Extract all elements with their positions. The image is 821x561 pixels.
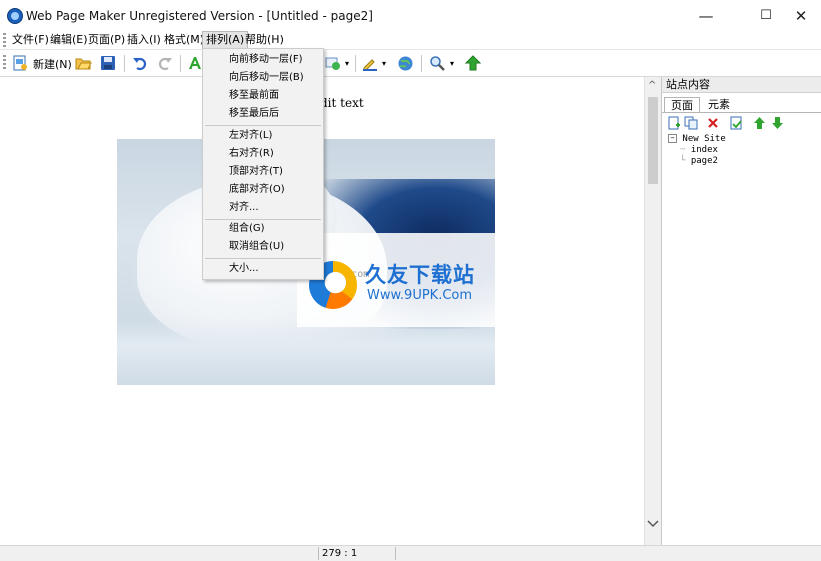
zoom-icon[interactable] <box>428 54 446 72</box>
copy-page-icon[interactable] <box>683 115 699 131</box>
tree-item-label: page2 <box>690 156 718 166</box>
tree-connector: └ <box>680 156 686 166</box>
move-down-icon[interactable] <box>769 115 785 131</box>
menuitem-align-bottom[interactable]: 底部对齐(O) <box>203 181 323 199</box>
menu-format[interactable]: 格式(M) <box>161 32 207 48</box>
menuitem-align-right[interactable]: 右对齐(R) <box>203 145 323 163</box>
tree-item-page2[interactable]: └ page2 <box>668 156 726 167</box>
menuitem-size[interactable]: 大小... <box>203 260 323 278</box>
cursor-position: 279 : 1 <box>318 547 396 560</box>
menuitem-group[interactable]: 组合(G) <box>203 220 323 238</box>
menu-separator <box>205 125 321 126</box>
watermark-overlay: www.9UPK.com 久友下载站 Www.9UPK.Com <box>297 233 495 327</box>
site-content-panel: 站点内容 页面 元素 − New Site ┄ index └ page2 <box>661 77 821 545</box>
site-tree: − New Site ┄ index └ page2 <box>668 134 726 167</box>
photo-snow <box>117 319 495 385</box>
tree-connector: ┄ <box>680 145 686 155</box>
toolbar-separator <box>124 55 125 72</box>
menubar-grip-icon[interactable] <box>3 33 6 47</box>
window-title: Web Page Maker Unregistered Version - [U… <box>26 9 373 23</box>
menu-file[interactable]: 文件(F) <box>9 32 52 48</box>
panel-title: 站点内容 <box>662 77 821 93</box>
menu-edit[interactable]: 编辑(E) <box>47 32 91 48</box>
toolbar-separator <box>421 55 422 72</box>
page-properties-icon[interactable] <box>728 115 744 131</box>
delete-page-icon[interactable] <box>705 115 721 131</box>
redo-icon[interactable] <box>156 54 174 72</box>
zoom-dropdown-icon[interactable]: ▾ <box>450 59 454 68</box>
shape-icon[interactable] <box>324 54 342 72</box>
arrange-dropdown-menu: 向前移动一层(F) 向后移动一层(B) 移至最前面 移至最后后 左对齐(L) 右… <box>202 48 324 280</box>
menu-help[interactable]: 帮助(H) <box>242 32 287 48</box>
tree-root-label: New Site <box>682 134 726 144</box>
menuitem-bring-to-front[interactable]: 移至最前面 <box>203 87 323 105</box>
menu-page[interactable]: 页面(P) <box>85 32 128 48</box>
watermark-url: Www.9UPK.Com <box>367 288 473 303</box>
tab-elements[interactable]: 元素 <box>702 97 736 112</box>
close-button[interactable]: ✕ <box>778 0 821 31</box>
menuitem-ungroup[interactable]: 取消组合(U) <box>203 238 323 256</box>
scroll-up-icon[interactable]: ^ <box>648 80 656 91</box>
toolbar-separator <box>180 55 181 72</box>
tree-item-index[interactable]: ┄ index <box>668 145 726 156</box>
toolbar-separator <box>355 55 356 72</box>
menuitem-align-left[interactable]: 左对齐(L) <box>203 127 323 145</box>
tab-divider <box>662 112 821 113</box>
menu-insert[interactable]: 插入(I) <box>124 32 164 48</box>
watermark-brand: 久友下载站 <box>365 263 475 287</box>
save-icon[interactable] <box>99 54 117 72</box>
scrollbar-thumb[interactable] <box>648 97 658 184</box>
collapse-icon[interactable]: − <box>668 134 677 143</box>
new-button-label[interactable]: 新建(N) <box>33 56 72 72</box>
up-arrow-icon[interactable] <box>464 54 482 72</box>
toolbar: 新建(N) ▾ ▾ ▾ <box>0 50 821 77</box>
canvas-vertical-scrollbar[interactable]: ^ <box>644 77 661 545</box>
add-page-icon[interactable] <box>666 115 682 131</box>
shape-dropdown-icon[interactable]: ▾ <box>345 59 349 68</box>
menuitem-align-top[interactable]: 顶部对齐(T) <box>203 163 323 181</box>
publish-globe-icon[interactable] <box>396 54 414 72</box>
toolbar-grip-icon[interactable] <box>3 55 6 71</box>
menu-separator <box>205 258 321 259</box>
menuitem-send-backward[interactable]: 向后移动一层(B) <box>203 69 323 87</box>
menuitem-bring-forward[interactable]: 向前移动一层(F) <box>203 51 323 69</box>
move-up-icon[interactable] <box>751 115 767 131</box>
open-folder-icon[interactable] <box>74 54 92 72</box>
menuitem-align-dialog[interactable]: 对齐... <box>203 199 323 217</box>
tab-pages[interactable]: 页面 <box>664 97 700 113</box>
draw-icon[interactable] <box>361 54 379 72</box>
minimize-button[interactable]: — <box>683 0 729 31</box>
app-logo-icon <box>7 8 23 24</box>
undo-icon[interactable] <box>131 54 149 72</box>
title-bar: Web Page Maker Unregistered Version - [U… <box>0 0 821 31</box>
menu-bar: 文件(F) 编辑(E) 页面(P) 插入(I) 格式(M) 排列(A) 帮助(H… <box>0 31 821 50</box>
menuitem-send-to-back[interactable]: 移至最后后 <box>203 105 323 123</box>
tree-item-label: index <box>690 145 718 155</box>
canvas-text-box[interactable]: dit text <box>320 96 364 110</box>
status-bar: 279 : 1 <box>0 545 821 561</box>
draw-dropdown-icon[interactable]: ▾ <box>382 59 386 68</box>
scroll-down-icon[interactable] <box>646 517 660 531</box>
tree-root[interactable]: − New Site <box>668 134 726 145</box>
new-page-icon[interactable] <box>11 54 29 72</box>
